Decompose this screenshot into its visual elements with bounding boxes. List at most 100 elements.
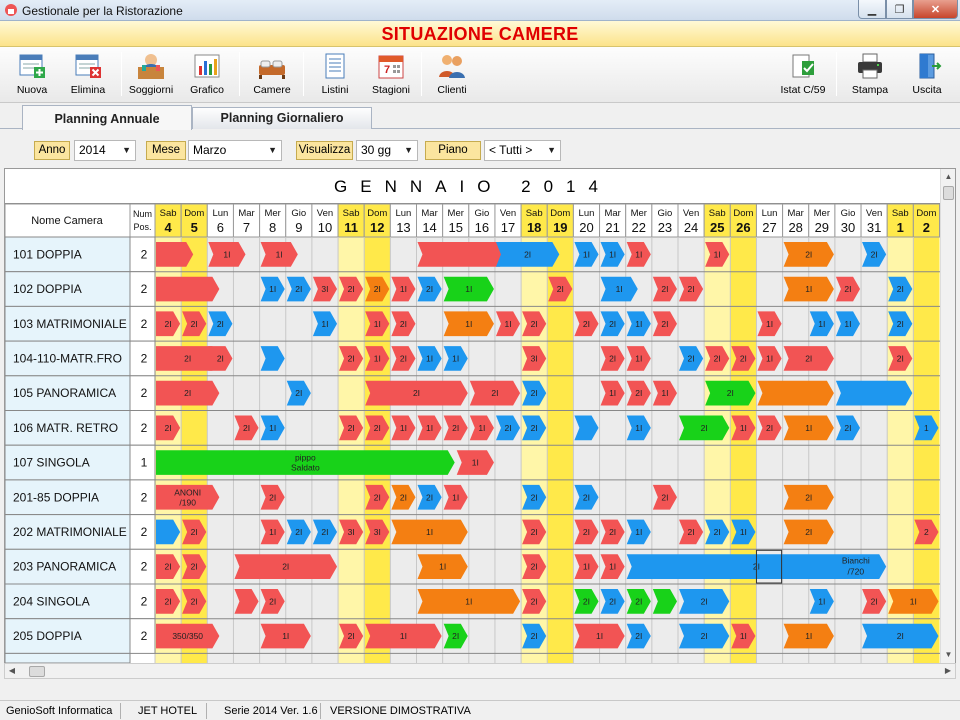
seasons-button[interactable]: 7 Stagioni <box>362 49 420 101</box>
day-number-label: 24 <box>684 220 698 235</box>
booking-label: 2I <box>531 319 538 329</box>
day-number-label: 13 <box>396 220 410 235</box>
booking-label: 2I <box>413 388 420 398</box>
clients-button[interactable]: Clienti <box>423 49 481 101</box>
maximize-button[interactable]: ❐ <box>886 0 913 19</box>
booking-label: 2I <box>243 423 250 433</box>
booking-label: 3I <box>321 284 328 294</box>
booking-label: 1I <box>504 319 511 329</box>
exit-button[interactable]: Uscita <box>898 49 956 101</box>
booking-label: 2I <box>609 353 616 363</box>
horizontal-scrollbar[interactable]: ◀ ▶ <box>4 663 956 679</box>
scroll-thumb-horizontal[interactable] <box>29 666 45 677</box>
filter-bar: Anno 2014 ▼ Mese Marzo ▼ Visualizza 30 gg ▼… <box>0 138 960 164</box>
day-name-label: Dom <box>733 208 753 219</box>
scroll-down-icon[interactable]: ▼ <box>941 647 955 662</box>
room-pos: 2 <box>141 629 148 643</box>
day-number-label: 17 <box>501 220 515 235</box>
booking-label: /720 <box>848 566 865 576</box>
guests-icon <box>138 54 164 79</box>
booking-label: 1I <box>269 527 276 537</box>
booking-label: pippo <box>295 453 316 463</box>
guests-button[interactable]: Soggiorni <box>122 49 180 101</box>
day-name-label: Gio <box>658 208 673 219</box>
room-name-cell <box>5 652 131 663</box>
day-name-label: Mar <box>421 208 437 219</box>
chevron-down-icon: ▼ <box>547 145 556 155</box>
booking-label: 2I <box>348 631 355 641</box>
booking-label: 1I <box>596 631 603 641</box>
piano-label: Piano <box>425 141 481 160</box>
booking-label: 2I <box>531 423 538 433</box>
anno-select[interactable]: 2014 ▼ <box>74 140 136 161</box>
day-number-label: 21 <box>605 220 619 235</box>
scroll-thumb[interactable] <box>943 186 954 200</box>
print-label: Stampa <box>851 84 889 96</box>
scroll-up-icon[interactable]: ▲ <box>941 169 955 184</box>
day-number-label: 5 <box>191 220 198 235</box>
booking-label: 1I <box>269 284 276 294</box>
day-name-label: Dom <box>367 208 387 219</box>
booking-label: 1I <box>714 249 721 259</box>
booking-label: 2 <box>924 527 929 537</box>
booking-label: 2I <box>583 492 590 502</box>
day-name-label: Mar <box>238 208 254 219</box>
rooms-button[interactable]: Camere <box>243 49 301 101</box>
booking-label: 2I <box>295 527 302 537</box>
day-number-label: 16 <box>475 220 489 235</box>
new-button[interactable]: Nuova <box>3 49 61 101</box>
day-number-label: 6 <box>217 220 224 235</box>
booking-label: Bianchi <box>842 555 870 565</box>
booking-label: 1I <box>465 319 472 329</box>
booking-label: 2I <box>897 353 904 363</box>
booking-label: 2I <box>191 527 198 537</box>
delete-button[interactable]: Elimina <box>59 49 117 101</box>
page-title: SITUAZIONE CAMERE <box>381 24 579 44</box>
scroll-right-icon[interactable]: ▶ <box>941 664 955 678</box>
visualizza-select[interactable]: 30 gg ▼ <box>356 140 418 161</box>
status-separator <box>120 703 121 719</box>
vertical-scrollbar[interactable]: ▲ ▼ <box>940 169 955 663</box>
booking-label: 2I <box>348 353 355 363</box>
booking-label: 2I <box>374 284 381 294</box>
booking-label: 2I <box>766 423 773 433</box>
chart-button[interactable]: Grafico <box>178 49 236 101</box>
day-number-label: 11 <box>344 220 358 235</box>
day-name-label: Lun <box>579 208 595 219</box>
booking-label: 2I <box>688 353 695 363</box>
toolbar-separator <box>303 52 304 96</box>
room-name: 201-85 DOPPIA <box>13 490 99 504</box>
pricelist-button[interactable]: Listini <box>306 49 364 101</box>
minimize-button[interactable]: ▁ <box>858 0 886 19</box>
booking-label: 2I <box>661 284 668 294</box>
piano-value: < Tutti > <box>489 143 533 157</box>
day-number-label: 7 <box>243 220 250 235</box>
booking-label: 2I <box>701 423 708 433</box>
booking-label: 2I <box>191 596 198 606</box>
close-button[interactable]: ✕ <box>913 0 958 19</box>
day-number-label: 2 <box>923 220 930 235</box>
booking-label: 1I <box>452 492 459 502</box>
chevron-down-icon: ▼ <box>268 145 277 155</box>
day-number-label: 26 <box>736 220 750 235</box>
day-number-label: 20 <box>579 220 593 235</box>
booking-label: 1I <box>426 423 433 433</box>
day-name-label: Sab <box>526 208 543 219</box>
booking-label: 3I <box>374 527 381 537</box>
booking-label: 2I <box>191 319 198 329</box>
booking-label: 2I <box>635 596 642 606</box>
day-number-label: 27 <box>762 220 776 235</box>
day-name-label: Sab <box>343 208 360 219</box>
print-button[interactable]: Stampa <box>841 49 899 101</box>
tab-planning-giornaliero[interactable]: Planning Giornaliero <box>192 107 372 129</box>
room-pos: 1 <box>141 456 148 470</box>
scroll-left-icon[interactable]: ◀ <box>5 664 19 678</box>
svg-text:7: 7 <box>384 64 390 76</box>
piano-select[interactable]: < Tutti > ▼ <box>484 140 561 161</box>
mese-select[interactable]: Marzo ▼ <box>188 140 282 161</box>
booking-label: 2I <box>452 423 459 433</box>
booking-label: 2I <box>217 353 224 363</box>
istat-button[interactable]: Istat C/59 <box>774 49 832 101</box>
tab-planning-annuale[interactable]: Planning Annuale <box>22 105 192 130</box>
booking-label: 2I <box>282 562 289 572</box>
